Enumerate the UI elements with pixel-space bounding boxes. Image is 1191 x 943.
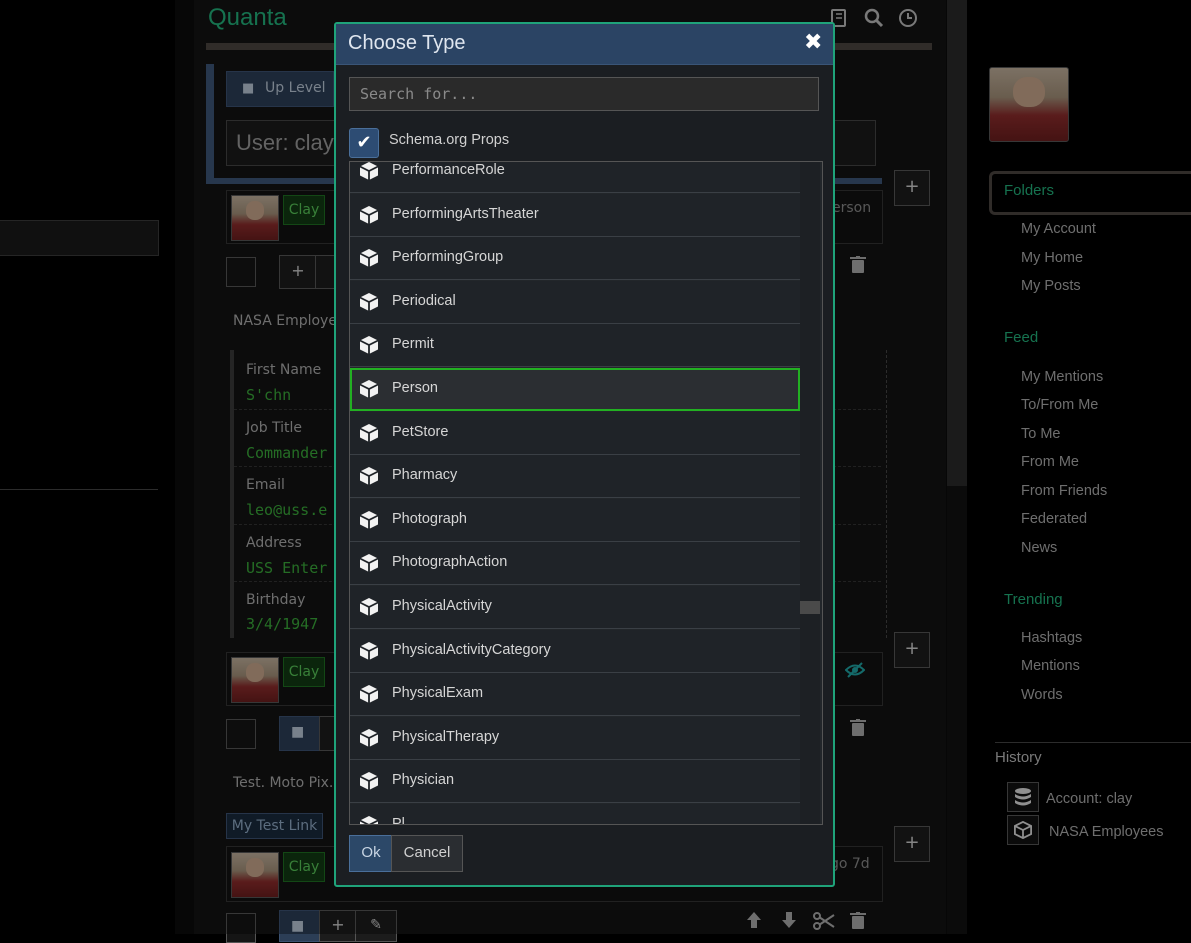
list-scrollbar[interactable] (800, 162, 820, 824)
search-input[interactable] (349, 77, 819, 111)
cancel-button[interactable]: Cancel (391, 835, 463, 872)
type-list-item-label: PhysicalActivity (392, 598, 492, 614)
type-list-item[interactable]: Permit (350, 324, 800, 368)
type-list-item-label: PhysicalExam (392, 685, 484, 702)
type-list-item[interactable]: PhysicalActivity (350, 586, 800, 629)
type-list-item-label: Pharmacy (392, 467, 458, 484)
dialog-title: Choose Type (348, 32, 466, 54)
cube-icon (359, 815, 379, 824)
type-list-item-label: Pl... (392, 816, 417, 825)
type-list-item-label: Physician (392, 772, 455, 789)
type-list-item-label: PhysicalTherapy (392, 728, 500, 745)
cube-icon (359, 597, 379, 617)
type-list-item[interactable]: Physician (350, 760, 800, 804)
type-list-item-label: PerformingGroup (392, 249, 504, 266)
cube-icon (359, 335, 379, 355)
type-list-item[interactable]: Periodical (350, 280, 800, 324)
type-list-item[interactable]: PhotographAction (350, 542, 800, 586)
type-list-item[interactable]: PerformingGroup (350, 237, 800, 281)
ok-button[interactable]: Ok (349, 835, 393, 872)
type-list-item[interactable]: Photograph (350, 498, 800, 542)
type-list-item[interactable]: PhysicalTherapy (350, 716, 800, 760)
type-list-item-label: Person (392, 380, 438, 396)
cube-icon (359, 771, 379, 791)
cube-icon (359, 466, 379, 486)
type-list-item[interactable]: Person (350, 368, 800, 411)
cube-icon (359, 292, 379, 312)
cube-icon (359, 553, 379, 573)
cube-icon (359, 510, 379, 530)
type-list-item-label: PhysicalActivityCategory (392, 641, 551, 658)
cube-icon (359, 205, 379, 225)
type-list-item-label: PerformanceRole (392, 162, 505, 178)
cube-icon (359, 162, 379, 181)
cube-icon (359, 423, 379, 443)
type-list-item[interactable]: PhysicalActivityCategory (350, 629, 800, 673)
cube-icon (359, 728, 379, 748)
close-icon[interactable]: ✖ (804, 30, 822, 55)
cube-icon (359, 379, 379, 399)
list-scrollbar-thumb[interactable] (800, 601, 820, 614)
cube-icon (359, 248, 379, 268)
schema-org-label[interactable]: Schema.org Props (389, 132, 509, 148)
type-list-item[interactable]: PerformanceRole (350, 162, 800, 193)
type-list-item-label: PhotographAction (392, 554, 508, 571)
type-list-item[interactable]: PetStore (350, 411, 800, 455)
dialog-header: Choose Type ✖ (336, 24, 833, 65)
type-list-item-label: Periodical (392, 292, 456, 309)
type-list-item-label: Permit (392, 336, 434, 353)
type-list-item[interactable]: Pl... (350, 804, 800, 825)
cube-icon (359, 641, 379, 661)
choose-type-dialog: Choose Type ✖ ✔ Schema.org Props Perform… (334, 22, 835, 887)
type-list-item-label: PerformingArtsTheater (392, 205, 539, 222)
type-list-item[interactable]: PerformingArtsTheater (350, 193, 800, 237)
type-list[interactable]: PerformanceRole PerformingArtsTheater Perf… (349, 161, 823, 825)
type-list-item[interactable]: PhysicalExam (350, 673, 800, 717)
schema-org-checkbox[interactable]: ✔ (349, 128, 379, 158)
type-list-item-label: Photograph (392, 510, 467, 527)
type-list-item[interactable]: Pharmacy (350, 455, 800, 499)
type-list-item-label: PetStore (392, 423, 449, 440)
cube-icon (359, 684, 379, 704)
